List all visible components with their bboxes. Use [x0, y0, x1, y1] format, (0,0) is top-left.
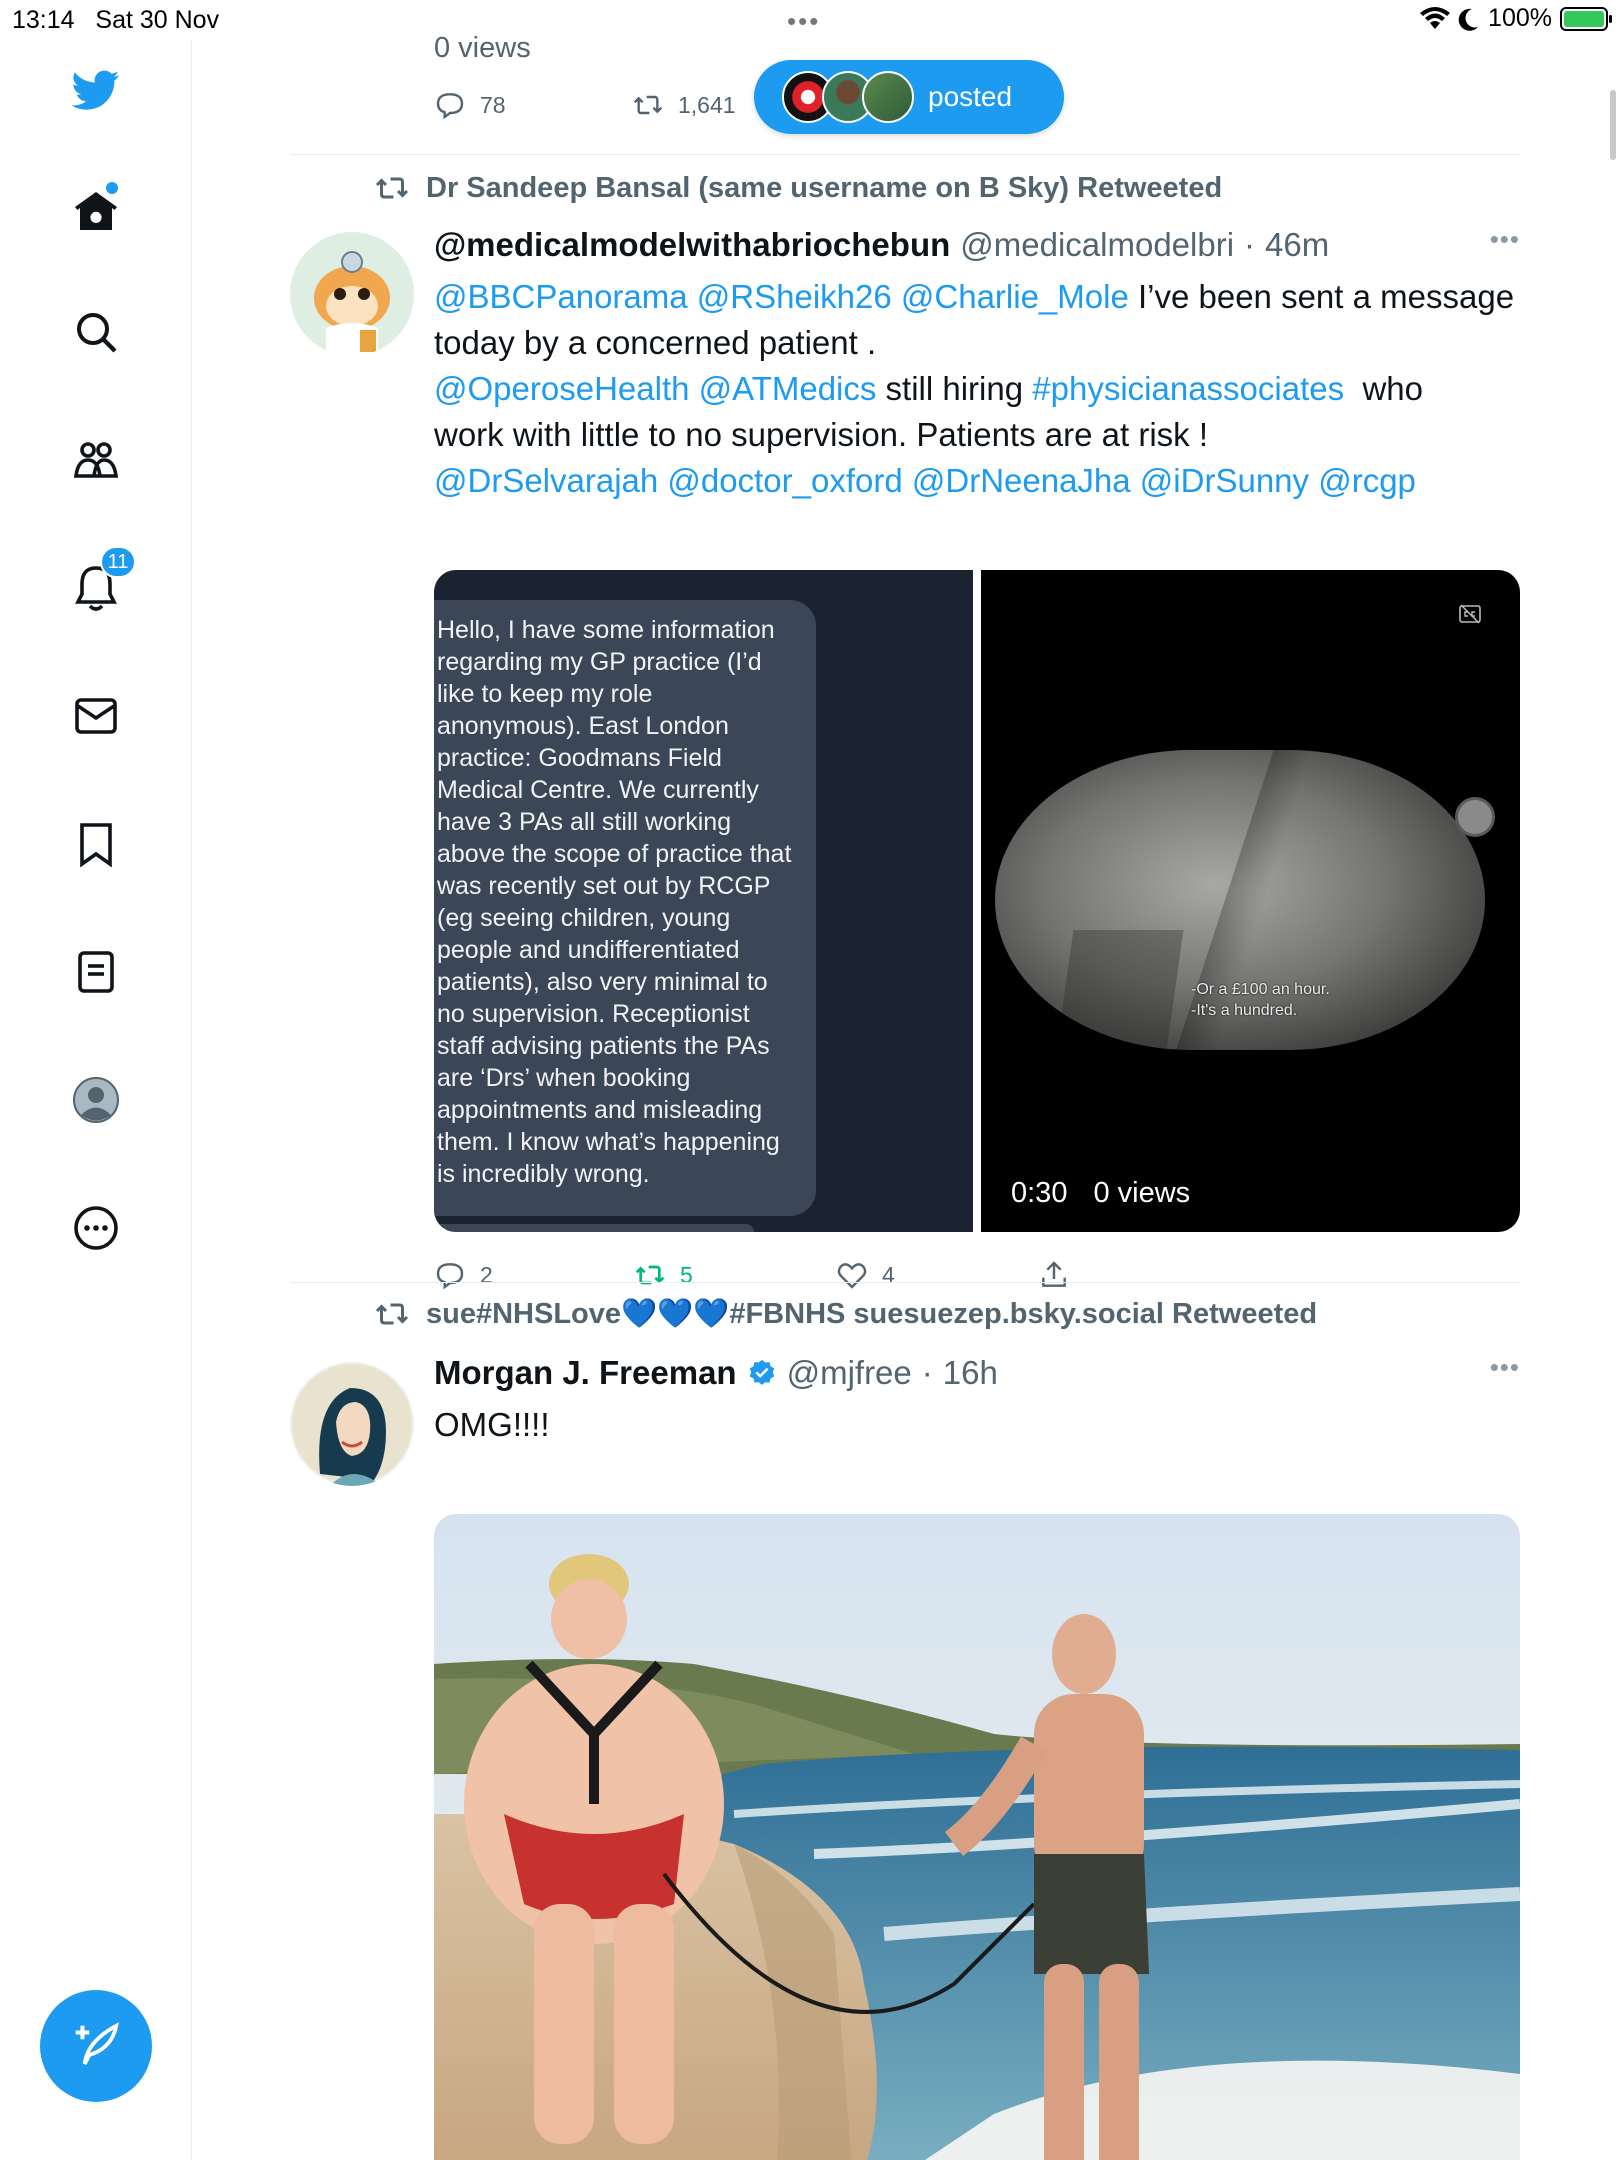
retweet-icon — [375, 177, 409, 199]
mention-link[interactable]: @OperoseHealth @ATMedics — [434, 370, 876, 407]
compose-button[interactable] — [40, 1990, 152, 2102]
retweet-icon — [633, 95, 663, 115]
sidebar: 11 — [0, 40, 192, 2160]
twitter-logo-icon[interactable] — [66, 60, 126, 120]
pill-avatar — [862, 71, 914, 123]
bubble-edge — [434, 1224, 754, 1232]
reply-icon — [436, 93, 464, 120]
screenshot-image[interactable]: Hello, I have some information regarding… — [434, 570, 973, 1232]
home-unread-dot — [106, 182, 118, 194]
tweet[interactable]: Dr Sandeep Bansal (same username on B Sk… — [290, 154, 1520, 1322]
author-avatar[interactable] — [290, 232, 414, 356]
reply-button[interactable]: 78 — [434, 89, 632, 121]
bookmark-icon[interactable] — [66, 814, 126, 874]
message-bubble: Hello, I have some information regarding… — [434, 600, 816, 1216]
tweet[interactable]: sue#NHSLove💙💙💙#FBNHS suesuezep.bsky.soci… — [290, 1282, 1520, 2160]
moon-icon — [1458, 8, 1479, 31]
multitasking-dots[interactable]: ••• — [787, 6, 820, 37]
previous-tweet-views: 0 views — [434, 32, 531, 64]
notifications-badge: 11 — [100, 546, 136, 578]
author-handle[interactable]: @mjfree — [787, 1354, 912, 1392]
profile-icon[interactable] — [66, 1070, 126, 1130]
retweet-icon — [375, 1303, 409, 1325]
door-shape — [1056, 930, 1184, 1050]
tweet-more-button[interactable]: ••• — [1490, 224, 1520, 255]
tweet-age[interactable]: 16h — [943, 1354, 998, 1392]
notifications-icon[interactable]: 11 — [66, 546, 136, 618]
reply-count: 78 — [480, 91, 506, 118]
retweeted-by-label: sue#NHSLove💙💙💙#FBNHS suesuezep.bsky.soci… — [426, 1298, 1318, 1330]
messages-icon[interactable] — [66, 686, 126, 746]
tweet-photo[interactable] — [434, 1514, 1520, 2160]
scroll-indicator[interactable] — [1610, 90, 1616, 160]
tweet-header: @medicalmodelwithabriochebun @medicalmod… — [434, 226, 1329, 264]
status-time-date: 13:14 Sat 30 Nov — [12, 6, 220, 34]
more-icon[interactable] — [66, 1198, 126, 1258]
media-grid: Hello, I have some information regarding… — [434, 570, 1520, 1232]
video-caption: -Or a £100 an hour. -It's a hundred. — [1191, 981, 1330, 1019]
separator: · — [1244, 226, 1256, 263]
author-handle[interactable]: @medicalmodelbri — [960, 226, 1234, 264]
home-icon[interactable] — [66, 182, 126, 242]
retweeted-by-label: Dr Sandeep Bansal (same username on B Sk… — [426, 171, 1223, 204]
new-posts-pill[interactable]: ↑ posted — [754, 60, 1064, 134]
retweeted-by: Dr Sandeep Bansal (same username on B Sk… — [374, 170, 1222, 206]
verified-badge-icon — [749, 1359, 774, 1385]
pill-label: posted — [928, 81, 1013, 112]
separator: · — [921, 1354, 933, 1391]
hashtag-link[interactable]: #physicianassociates — [1032, 370, 1344, 407]
record-dot-icon — [1455, 797, 1495, 837]
captions-icon[interactable] — [1458, 602, 1482, 626]
video-duration: 0:30 — [1011, 1177, 1068, 1209]
author-avatar[interactable] — [290, 1362, 414, 1486]
video-frame: -Or a £100 an hour. -It's a hundred. — [995, 750, 1485, 1050]
battery-percent: 100% — [1488, 4, 1552, 32]
video-meta: 0:30 0 views — [1011, 1177, 1190, 1210]
mention-link[interactable]: @DrSelvarajah @doctor_oxford @DrNeenaJha… — [434, 458, 1520, 504]
tweet-text: OMG!!!! — [434, 1406, 550, 1443]
retweet-count: 1,641 — [678, 91, 736, 118]
tweet-more-button[interactable]: ••• — [1490, 1352, 1520, 1383]
author-name[interactable]: Morgan J. Freeman — [434, 1354, 737, 1392]
compose-icon — [75, 2022, 119, 2065]
author-name[interactable]: @medicalmodelwithabriochebun — [434, 226, 950, 264]
battery-icon — [1560, 6, 1612, 31]
tweet-age[interactable]: 46m — [1265, 226, 1329, 264]
wifi-icon — [1420, 6, 1451, 29]
tweet-text: @BBCPanorama @RSheikh26 @Charlie_Mole I’… — [434, 274, 1520, 504]
retweeted-by: sue#NHSLove💙💙💙#FBNHS suesuezep.bsky.soci… — [374, 1296, 1317, 1332]
search-icon[interactable] — [66, 302, 126, 362]
status-bar: 13:14 Sat 30 Nov ••• 100% — [0, 0, 1620, 40]
tweet-header: Morgan J. Freeman @mjfree · 16h — [434, 1354, 998, 1392]
retweet-button[interactable]: 1,641 — [632, 89, 736, 121]
video-player[interactable]: -Or a £100 an hour. -It's a hundred. 0:3… — [981, 570, 1520, 1232]
lists-icon[interactable] — [66, 942, 126, 1002]
communities-icon[interactable] — [66, 430, 126, 490]
video-views: 0 views — [1093, 1177, 1191, 1209]
mention-link[interactable]: @BBCPanorama @RSheikh26 @Charlie_Mole — [434, 278, 1129, 315]
status-right: 100% — [1420, 4, 1612, 33]
